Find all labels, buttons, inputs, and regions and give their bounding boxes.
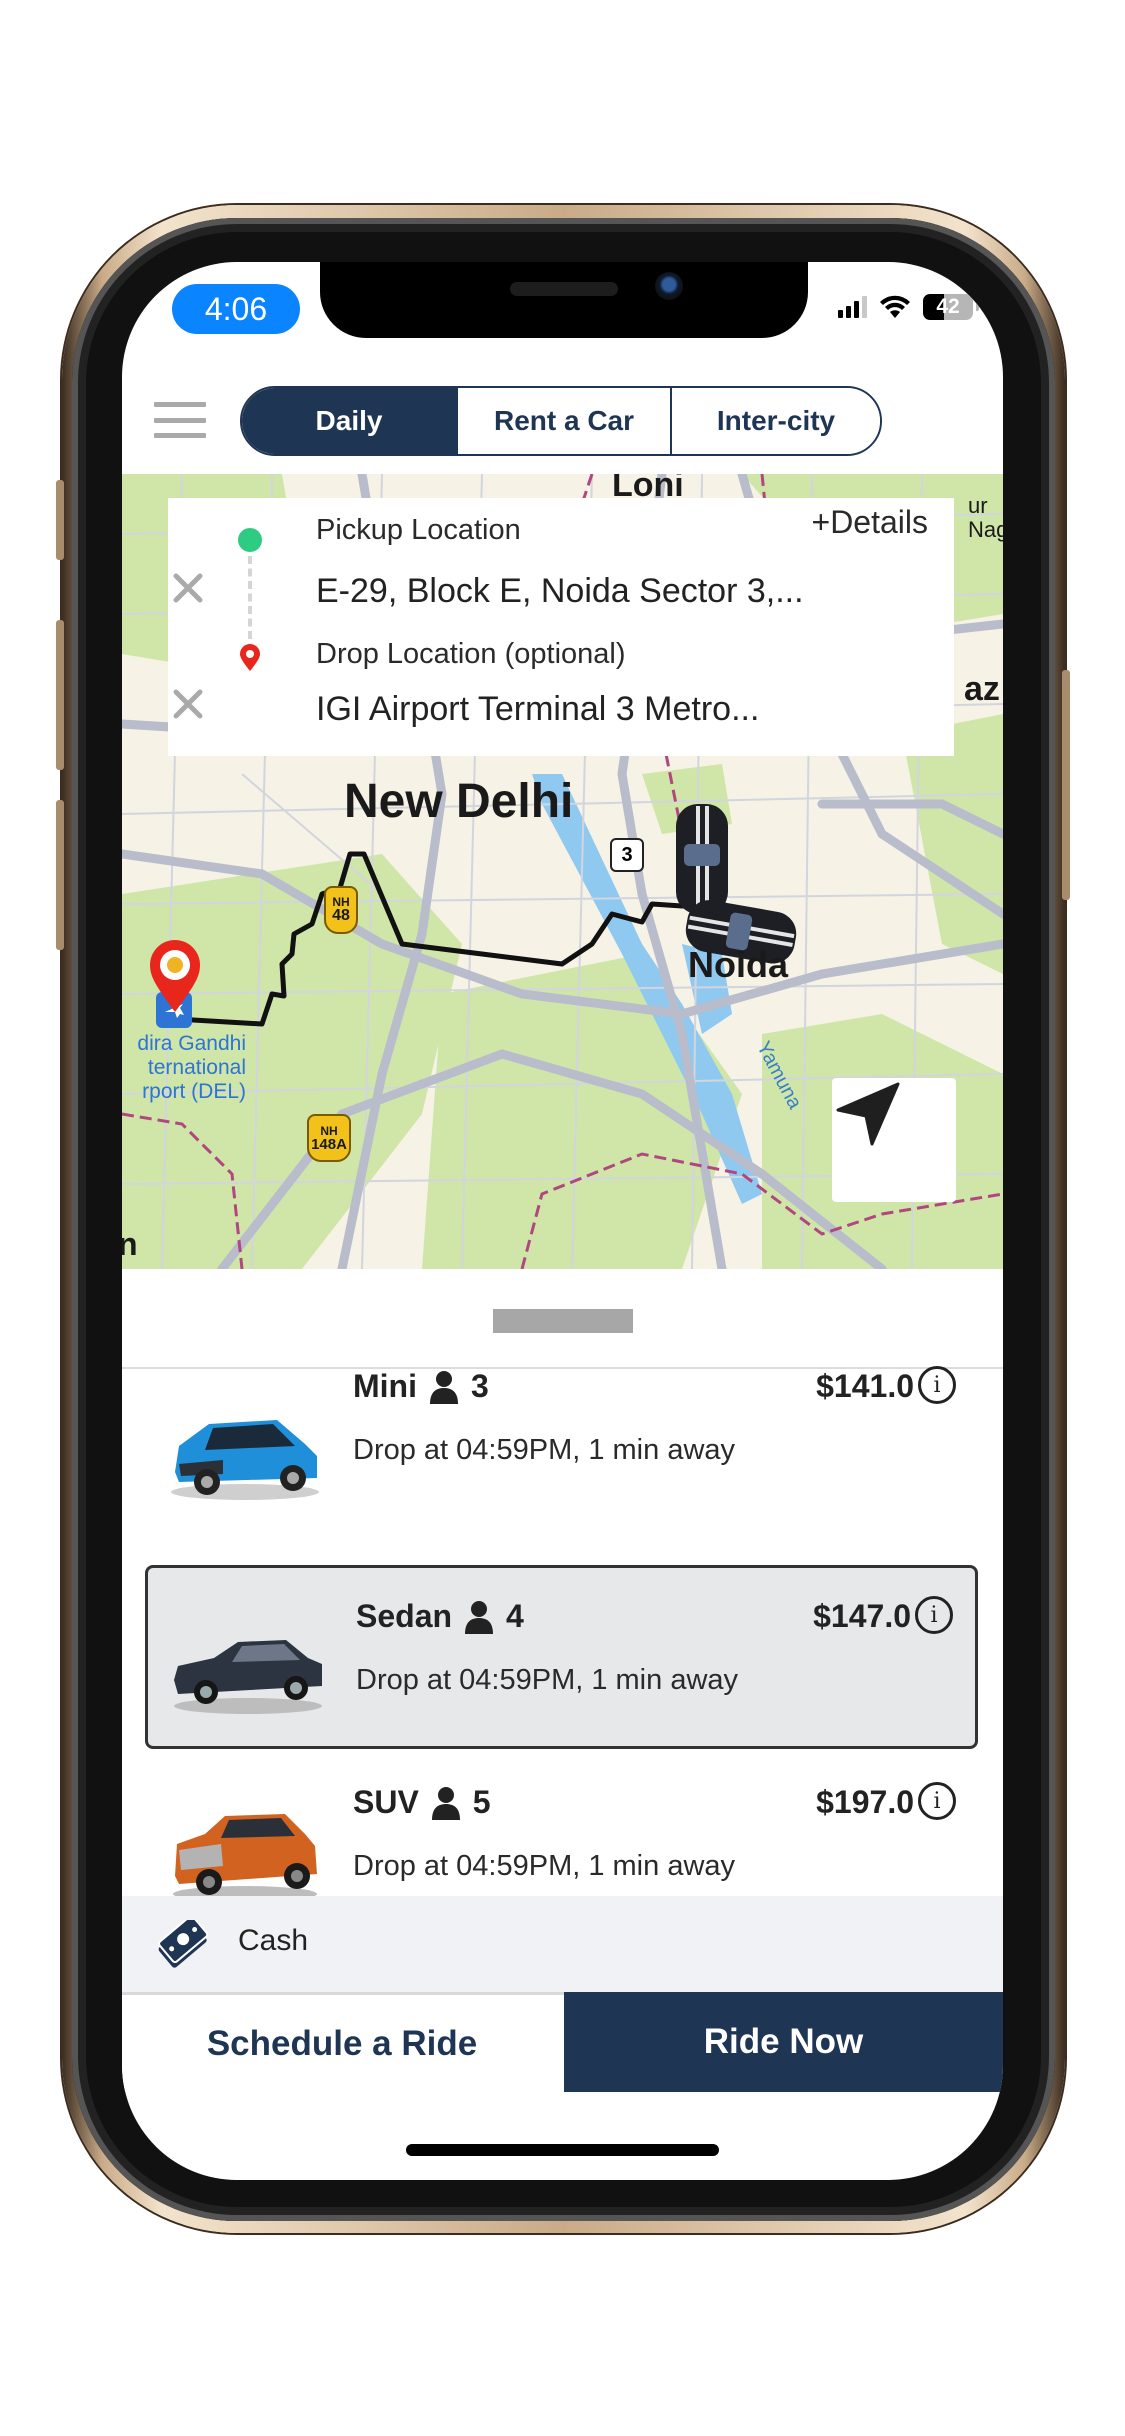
navigation-arrow-icon: [836, 1082, 900, 1146]
battery-icon: 42: [923, 294, 979, 320]
drop-pin-small-icon: [240, 644, 260, 671]
ride-price-sedan: $147.0: [813, 1598, 911, 1634]
payment-method-label: Cash: [238, 1924, 309, 1957]
passenger-icon: [431, 1786, 460, 1820]
ride-now-button[interactable]: Ride Now: [564, 1992, 1003, 2092]
schedule-ride-button[interactable]: Schedule a Ride: [122, 1995, 562, 2092]
clear-drop-icon[interactable]: [168, 684, 208, 724]
tab-rent-a-car[interactable]: Rent a Car: [456, 388, 670, 454]
ride-name-mini: Mini 3: [353, 1368, 489, 1404]
ride-option-sedan[interactable]: Sedan 4 $147.0 i Drop at 04:59PM, 1 min …: [145, 1565, 978, 1749]
nearby-car-icon: [676, 804, 728, 914]
ride-price-suv: $197.0: [816, 1784, 914, 1820]
map-label-edge-left-bottom: n: [122, 1226, 138, 1262]
drop-input[interactable]: IGI Airport Terminal 3 Metro...: [316, 690, 759, 729]
action-bar: Schedule a Ride Ride Now: [122, 1992, 1003, 2092]
front-camera: [655, 272, 683, 300]
ride-eta-suv: Drop at 04:59PM, 1 min away: [353, 1850, 736, 1882]
map-label-noida: Noida: [688, 944, 789, 985]
passenger-icon: [429, 1370, 458, 1404]
ride-name-sedan: Sedan 4: [356, 1598, 524, 1634]
info-icon[interactable]: i: [918, 1366, 956, 1404]
notch: [320, 262, 808, 338]
tab-inter-city[interactable]: Inter-city: [670, 388, 880, 454]
status-icons: 42: [838, 294, 979, 320]
map-label-edge-right-mid: az: [964, 670, 1000, 708]
ride-price-mini: $141.0: [816, 1368, 914, 1404]
volume-up-button: [56, 620, 64, 770]
volume-down-button: [56, 800, 64, 950]
info-icon[interactable]: i: [918, 1782, 956, 1820]
app-screen: 4:06 42 Daily Rent a Car Inter-city Loni…: [122, 262, 1003, 2180]
home-indicator[interactable]: [406, 2144, 719, 2156]
details-link[interactable]: +Details: [812, 504, 929, 541]
route-badge-3: 3: [610, 838, 644, 872]
map-label-airport: dira Gandhi ternational rport (DEL): [137, 1032, 246, 1103]
sheet-drag-handle[interactable]: [493, 1309, 633, 1333]
map-label-new-delhi: New Delhi: [344, 775, 574, 828]
car-sedan-image: [174, 1640, 322, 1714]
ride-eta-mini: Drop at 04:59PM, 1 min away: [353, 1434, 736, 1466]
ride-option-mini[interactable]: Mini 3 $141.0 i Drop at 04:59PM, 1 min a…: [145, 1364, 978, 1548]
pickup-dot-icon: [238, 528, 262, 552]
cellular-signal-icon: [838, 296, 867, 318]
hamburger-menu-icon[interactable]: [154, 402, 206, 438]
seat-count: 3: [470, 1368, 489, 1404]
tab-daily[interactable]: Daily: [242, 388, 456, 454]
seat-count: 4: [506, 1598, 524, 1634]
payment-method-row[interactable]: Cash: [122, 1896, 1003, 1992]
car-suv-image: [173, 1814, 317, 1902]
car-mini-image: [171, 1420, 319, 1500]
passenger-icon: [465, 1600, 494, 1634]
status-time: 4:06: [172, 284, 300, 334]
cash-icon: [158, 1920, 208, 1968]
ride-eta-sedan: Drop at 04:59PM, 1 min away: [356, 1664, 739, 1696]
drop-label: Drop Location (optional): [316, 638, 626, 670]
highway-shield-nh48: NH 48: [324, 886, 358, 934]
pickup-input[interactable]: E-29, Block E, Noida Sector 3,...: [316, 572, 804, 611]
location-card: Pickup Location +Details E-29, Block E, …: [168, 498, 954, 756]
pickup-label: Pickup Location: [316, 514, 521, 546]
info-icon[interactable]: i: [915, 1596, 953, 1634]
silent-switch: [56, 480, 64, 560]
recenter-location-button[interactable]: [832, 1078, 956, 1202]
ride-name-suv: SUV 5: [353, 1784, 491, 1820]
ride-type-tabs: Daily Rent a Car Inter-city: [240, 386, 882, 456]
clear-pickup-icon[interactable]: [168, 568, 208, 608]
seat-count: 5: [472, 1784, 491, 1820]
map-label-edge-right-top: ur Nag: [968, 493, 1003, 542]
earpiece-speaker: [510, 282, 618, 296]
power-button: [1062, 670, 1070, 900]
highway-shield-nh148a: NH 148A: [307, 1114, 351, 1162]
route-map[interactable]: Loni New Delhi Noida Yamuna ur Nag az n …: [122, 474, 1003, 1269]
wifi-icon: [880, 295, 910, 318]
